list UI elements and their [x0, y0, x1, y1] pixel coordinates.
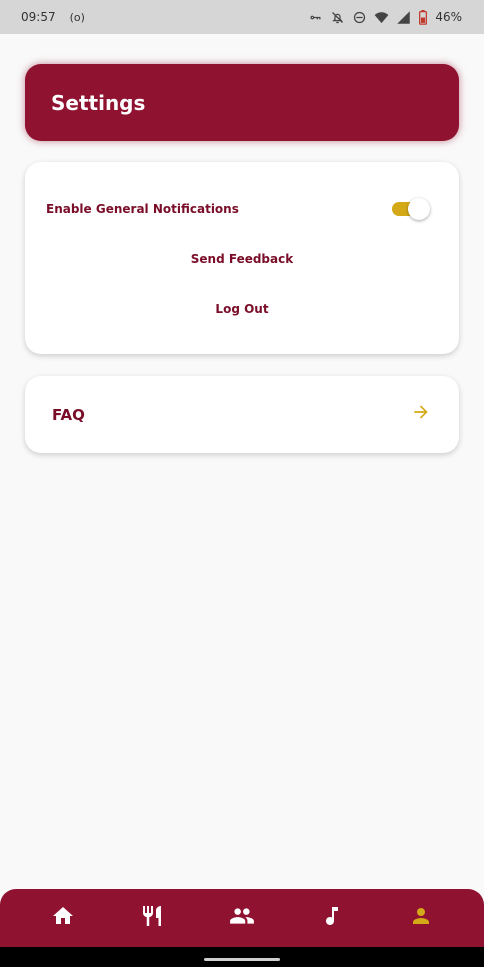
battery-percent: 46% — [435, 10, 462, 24]
restaurant-icon — [140, 904, 164, 933]
nav-profile[interactable] — [391, 889, 451, 947]
faq-label: FAQ — [52, 405, 85, 424]
people-icon — [229, 903, 255, 934]
nav-people[interactable] — [212, 889, 272, 947]
music-note-icon — [320, 904, 344, 933]
page-title: Settings — [51, 90, 146, 115]
status-bar: 09:57 (o) 46% — [0, 0, 484, 34]
home-icon — [51, 904, 75, 933]
dnd-icon — [352, 10, 367, 25]
signal-icon — [396, 10, 411, 25]
nav-home[interactable] — [33, 889, 93, 947]
notifications-toggle[interactable] — [391, 198, 431, 220]
battery-icon — [418, 9, 428, 25]
nav-restaurant[interactable] — [122, 889, 182, 947]
status-time: 09:57 — [21, 10, 56, 24]
toggle-thumb — [408, 198, 430, 220]
status-extra: (o) — [69, 10, 85, 24]
bell-off-icon — [330, 10, 345, 25]
bottom-nav — [0, 889, 484, 947]
nav-music[interactable] — [302, 889, 362, 947]
system-nav-bar — [0, 947, 484, 967]
notifications-row: Enable General Notifications — [46, 198, 431, 220]
settings-card: Enable General Notifications Send Feedba… — [25, 162, 459, 354]
key-icon — [308, 10, 323, 25]
settings-header: Settings — [25, 64, 459, 141]
person-icon — [409, 904, 433, 933]
wifi-icon — [374, 10, 389, 25]
notifications-label: Enable General Notifications — [46, 202, 239, 216]
home-gesture-pill[interactable] — [204, 958, 280, 961]
arrow-right-icon — [411, 402, 431, 427]
send-feedback-button[interactable]: Send Feedback — [25, 252, 459, 266]
faq-button[interactable]: FAQ — [25, 376, 459, 453]
logout-button[interactable]: Log Out — [25, 302, 459, 316]
